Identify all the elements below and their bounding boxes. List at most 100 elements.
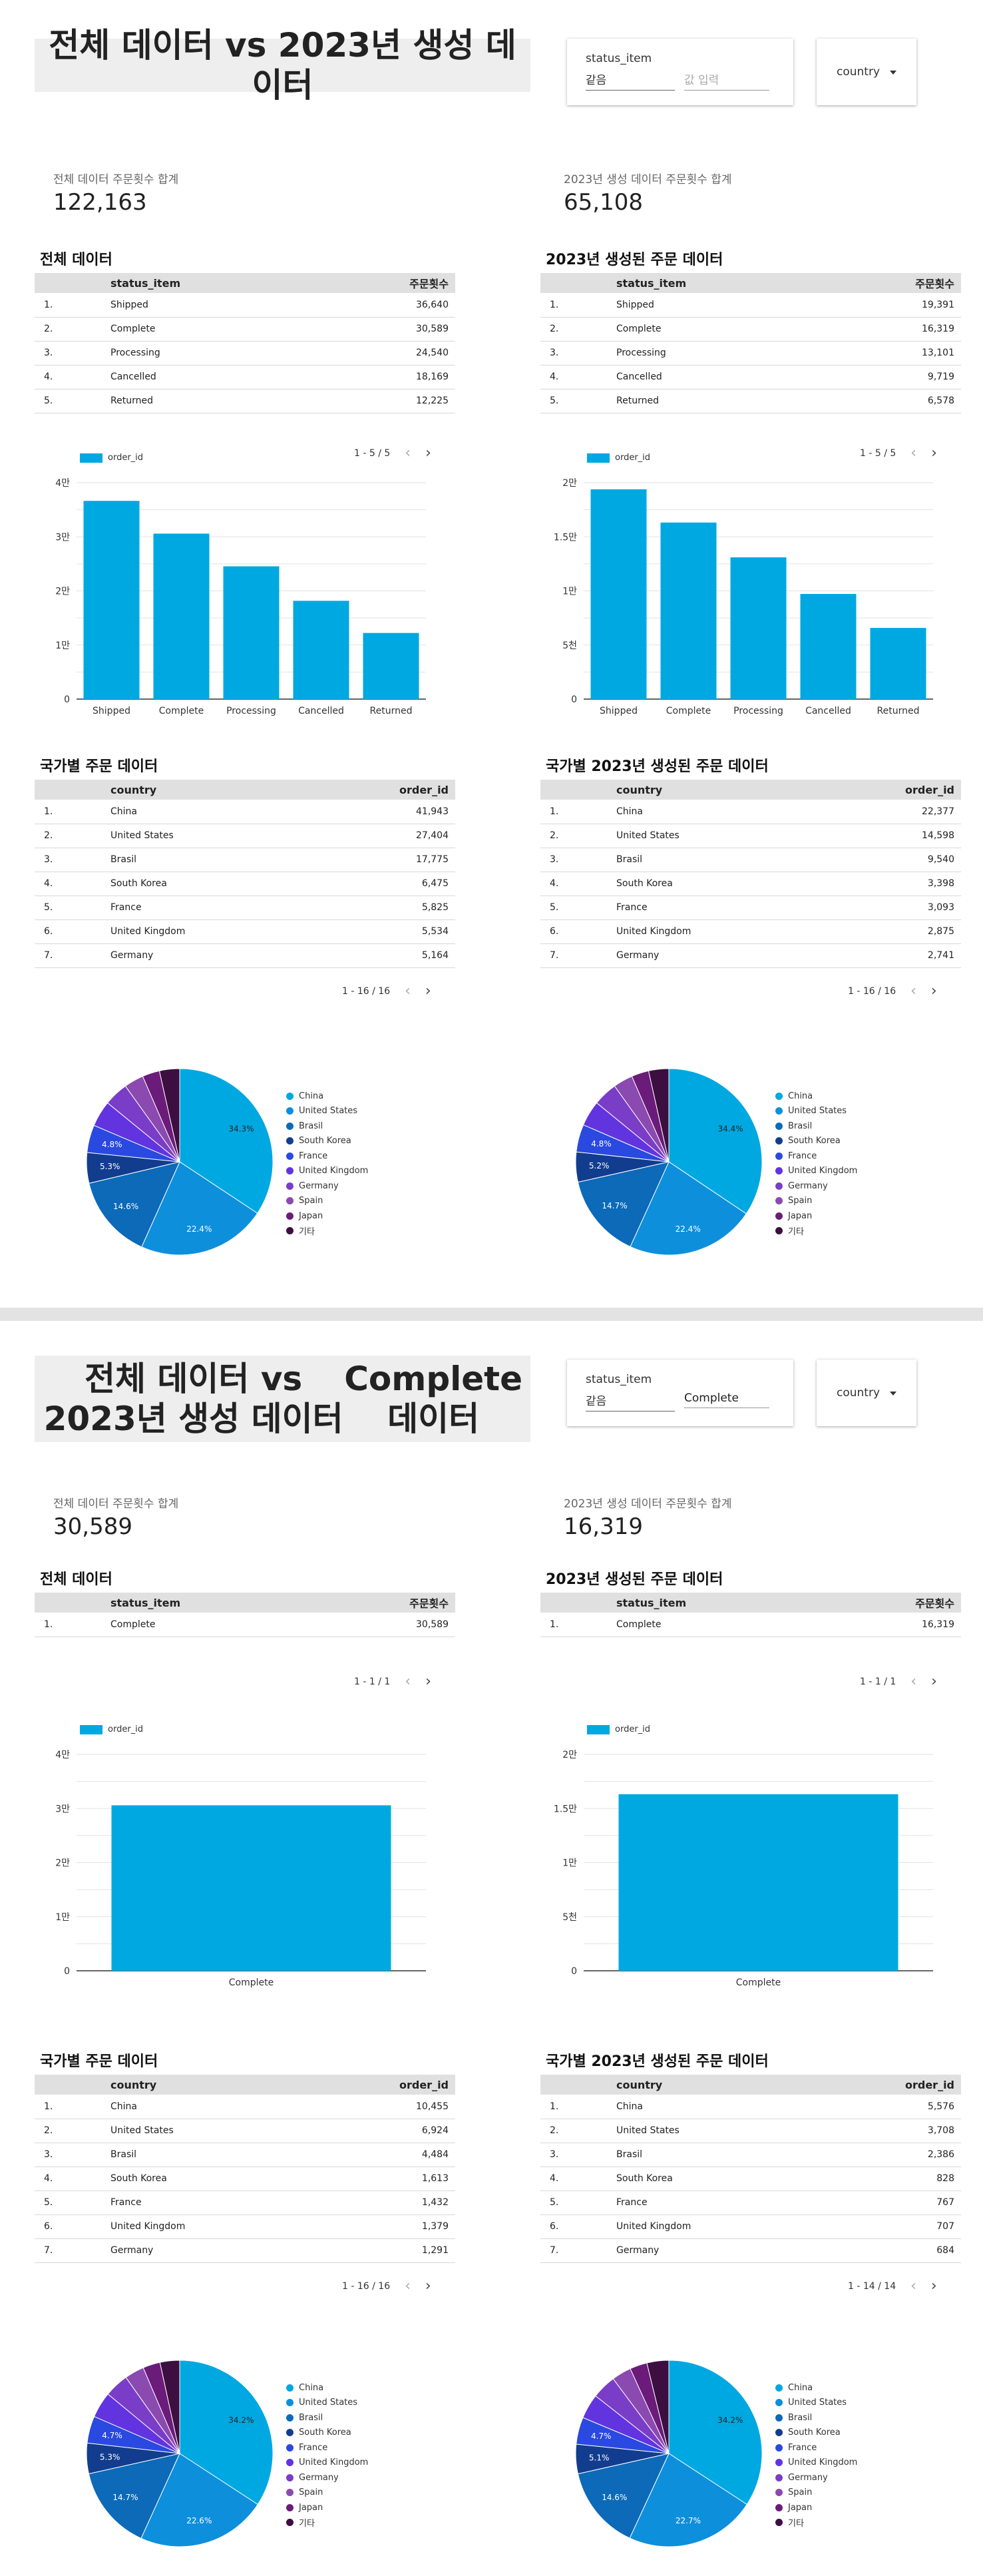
pie-legend-item: South Korea	[286, 1134, 368, 1149]
country-filter-control[interactable]: country	[817, 39, 916, 105]
column-header[interactable]: order_id	[832, 2075, 961, 2095]
pie-slice-label: 34.2%	[228, 2416, 254, 2425]
pie-chart: 34.2% 22.6% 14.7% 5.3% 4.7%	[87, 2360, 274, 2547]
chevron-left-icon[interactable]: ‹	[910, 2278, 916, 2294]
table-row[interactable]: 3. Processing 24,540	[35, 341, 455, 366]
table-row[interactable]: 6. United Kingdom 5,534	[35, 919, 455, 944]
status-filter-control[interactable]: status_item 같음 값 입력	[567, 39, 793, 105]
table-row[interactable]: 4. South Korea 3,398	[540, 872, 961, 896]
table-row[interactable]: 5. Returned 6,578	[540, 389, 961, 413]
table-row[interactable]: 3. Brasil 9,540	[540, 848, 961, 872]
table-row[interactable]: 1. Shipped 19,391	[540, 293, 961, 318]
table-row[interactable]: 4. Cancelled 9,719	[540, 365, 961, 389]
chevron-right-icon[interactable]: ›	[425, 2278, 431, 2294]
table-row[interactable]: 1. Complete 30,589	[35, 1613, 455, 1637]
chevron-left-icon[interactable]: ‹	[910, 983, 916, 999]
operator-select[interactable]: 같음	[586, 1392, 675, 1412]
chevron-right-icon[interactable]: ›	[931, 1673, 937, 1690]
status-filter-control[interactable]: status_item 같음 Complete	[567, 1360, 793, 1426]
report-page: 전체 데이터 vs 2023년 생성 데이터 status_item 같음 값 입력 c…	[0, 0, 983, 1308]
table-row[interactable]: 5. France 1,432	[35, 2190, 455, 2215]
chevron-right-icon[interactable]: ›	[931, 2278, 937, 2294]
country-table: country order_id 1. China 22,377 2. United Sta…	[540, 780, 961, 968]
table-row[interactable]: 2. Complete 16,319	[540, 317, 961, 342]
table-row[interactable]: 2. United States 3,708	[540, 2119, 961, 2143]
table-row[interactable]: 2. United States 6,924	[35, 2119, 455, 2143]
pie-legend-item: Brasil	[775, 2410, 857, 2426]
row-index: 2.	[35, 317, 77, 342]
row-label: United Kingdom	[77, 2214, 327, 2239]
chevron-left-icon[interactable]: ‹	[405, 2278, 411, 2294]
column-header[interactable]: order_id	[326, 2075, 455, 2095]
pie-slice-label: 14.7%	[602, 1201, 627, 1210]
column-header[interactable]: status_item	[77, 273, 339, 293]
pie-legend-item: Brasil	[286, 2410, 368, 2426]
table-row[interactable]: 6. United Kingdom 707	[540, 2214, 961, 2239]
column-header[interactable]: order_id	[326, 780, 455, 800]
column-header[interactable]: order_id	[832, 780, 961, 800]
legend-label: Brasil	[299, 2412, 323, 2423]
column-header[interactable]: country	[77, 780, 327, 800]
column-header[interactable]: 주문횟수	[339, 273, 455, 293]
pie-slice-label: 34.3%	[228, 1124, 254, 1133]
table-row[interactable]: 1. China 10,455	[35, 2095, 455, 2119]
country-filter-control[interactable]: country	[817, 1360, 916, 1426]
legend-label: South Korea	[299, 2428, 351, 2438]
table-header-row: status_item 주문횟수	[540, 1593, 961, 1613]
legend-label: United Kingdom	[788, 1166, 858, 1176]
column-header[interactable]: 주문횟수	[845, 273, 961, 293]
table-row[interactable]: 7. Germany 1,291	[35, 2238, 455, 2263]
chevron-right-icon[interactable]: ›	[931, 445, 937, 461]
column-header[interactable]: country	[583, 2075, 833, 2095]
chevron-left-icon[interactable]: ‹	[405, 983, 411, 999]
chevron-left-icon[interactable]: ‹	[405, 1673, 411, 1690]
table-row[interactable]: 5. Returned 12,225	[35, 389, 455, 413]
legend-swatch	[587, 1724, 610, 1734]
column-header[interactable]: status_item	[583, 1593, 845, 1613]
chevron-left-icon[interactable]: ‹	[405, 445, 411, 461]
column-header[interactable]: status_item	[583, 273, 845, 293]
filter-value-input[interactable]: Complete	[684, 1392, 769, 1408]
column-header[interactable]: status_item	[77, 1593, 339, 1613]
table-row[interactable]: 2. Complete 30,589	[35, 317, 455, 342]
filter-value-input[interactable]: 값 입력	[684, 71, 769, 91]
x-tick-label: Cancelled	[805, 706, 851, 716]
legend-label: Japan	[788, 1210, 813, 1221]
table-row[interactable]: 6. United Kingdom 2,875	[540, 919, 961, 944]
chevron-right-icon[interactable]: ›	[425, 1673, 431, 1690]
column-header[interactable]: 주문횟수	[339, 1593, 455, 1613]
table-row[interactable]: 1. China 22,377	[540, 800, 961, 824]
chevron-right-icon[interactable]: ›	[931, 983, 937, 999]
table-row[interactable]: 2. United States 14,598	[540, 824, 961, 848]
table-row[interactable]: 3. Brasil 17,775	[35, 848, 455, 872]
table-row[interactable]: 5. France 5,825	[35, 896, 455, 920]
row-index: 1.	[540, 2095, 583, 2119]
table-row[interactable]: 4. South Korea 6,475	[35, 872, 455, 896]
table-row[interactable]: 5. France 767	[540, 2190, 961, 2215]
operator-select[interactable]: 같음	[586, 71, 675, 91]
table-row[interactable]: 7. Germany 5,164	[35, 943, 455, 968]
table-row[interactable]: 1. Shipped 36,640	[35, 293, 455, 318]
table-row[interactable]: 3. Brasil 2,386	[540, 2143, 961, 2167]
table-row[interactable]: 6. United Kingdom 1,379	[35, 2214, 455, 2239]
table-row[interactable]: 2. United States 27,404	[35, 824, 455, 848]
chevron-right-icon[interactable]: ›	[425, 445, 431, 461]
table-row[interactable]: 5. France 3,093	[540, 896, 961, 920]
chevron-left-icon[interactable]: ‹	[910, 1673, 916, 1690]
table-row[interactable]: 4. Cancelled 18,169	[35, 365, 455, 389]
chevron-right-icon[interactable]: ›	[425, 983, 431, 999]
table-row[interactable]: 7. Germany 2,741	[540, 943, 961, 968]
table-row[interactable]: 3. Brasil 4,484	[35, 2143, 455, 2167]
column-header[interactable]: country	[77, 2075, 327, 2095]
chevron-left-icon[interactable]: ‹	[910, 445, 916, 461]
table-row[interactable]: 4. South Korea 828	[540, 2167, 961, 2191]
table-row[interactable]: 1. China 5,576	[540, 2095, 961, 2119]
table-row[interactable]: 1. Complete 16,319	[540, 1613, 961, 1637]
table-row[interactable]: 7. Germany 684	[540, 2238, 961, 2263]
column-header[interactable]: 주문횟수	[845, 1593, 961, 1613]
table-row[interactable]: 3. Processing 13,101	[540, 341, 961, 366]
table-row[interactable]: 4. South Korea 1,613	[35, 2167, 455, 2191]
row-index: 5.	[540, 2190, 583, 2215]
table-row[interactable]: 1. China 41,943	[35, 800, 455, 824]
column-header[interactable]: country	[583, 780, 833, 800]
